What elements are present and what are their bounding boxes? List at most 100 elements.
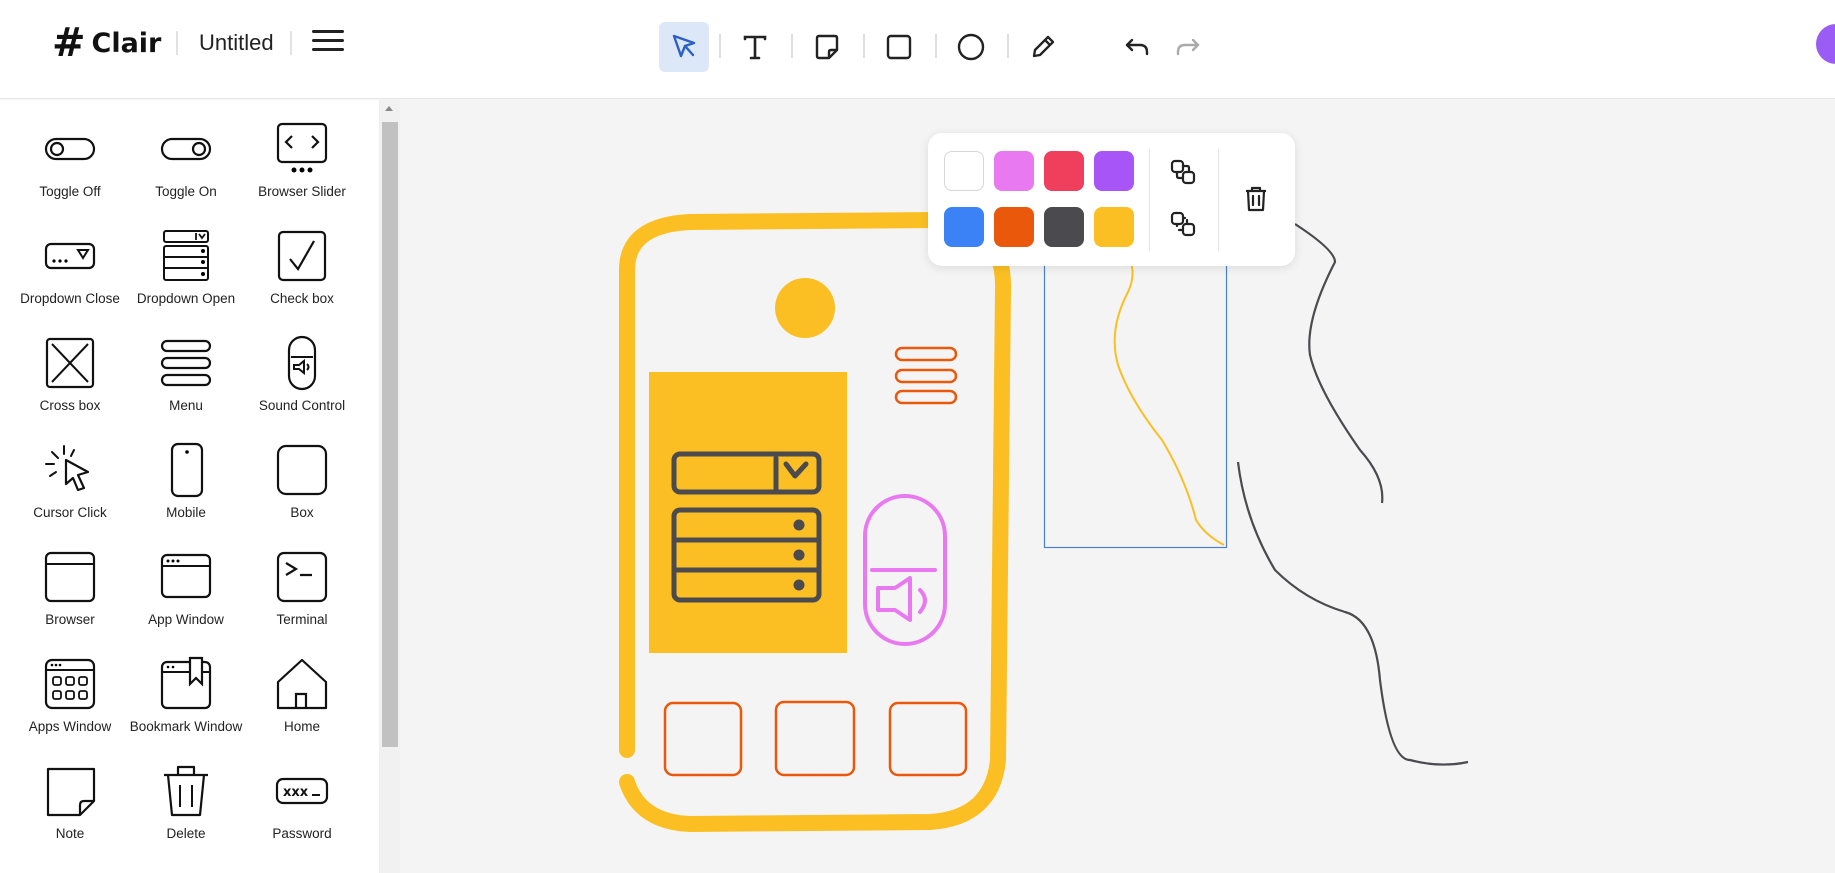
component-label: Note	[55, 826, 85, 841]
component-label: Check box	[270, 291, 334, 306]
component-delete[interactable]: Delete	[128, 762, 244, 841]
hamburger-menu-button[interactable]	[312, 30, 344, 56]
sound-control-icon	[244, 334, 360, 392]
cross-box-icon	[12, 334, 128, 392]
undo-icon	[1125, 38, 1149, 56]
component-toggle-off[interactable]: Toggle Off	[12, 120, 128, 199]
note-tool-button[interactable]	[802, 22, 852, 72]
top-bar: # Clair Untitled	[0, 0, 1835, 99]
toggle-on-icon	[128, 120, 244, 178]
component-label: App Window	[148, 612, 224, 627]
hash-logo-icon: #	[52, 20, 86, 66]
send-backward-icon	[1170, 211, 1196, 237]
component-label: Bookmark Window	[129, 719, 243, 734]
component-label: Apps Window	[28, 719, 112, 734]
component-label: Menu	[169, 398, 203, 413]
password-icon: xxx	[244, 762, 360, 820]
component-label: Delete	[166, 826, 206, 841]
text-tool-button[interactable]	[730, 22, 780, 72]
component-password[interactable]: xxx Password	[244, 762, 360, 841]
component-browser[interactable]: Browser	[12, 548, 128, 627]
color-swatch-pink[interactable]	[994, 151, 1034, 191]
dropdown-close-icon	[12, 227, 128, 285]
component-cursor-click[interactable]: Cursor Click	[12, 441, 128, 520]
dropdown-open-icon	[128, 227, 244, 285]
style-palette-popup	[928, 133, 1295, 266]
note-icon	[12, 762, 128, 820]
component-label: Dropdown Close	[20, 291, 120, 306]
send-backward-button[interactable]	[1166, 207, 1202, 243]
component-home[interactable]: Home	[244, 655, 360, 734]
component-toggle-on[interactable]: Toggle On	[128, 120, 244, 199]
component-dropdown-open[interactable]: Dropdown Open	[128, 227, 244, 306]
delete-button[interactable]	[1238, 181, 1274, 217]
redo-button[interactable]	[1163, 22, 1213, 72]
component-label: Browser Slider	[258, 184, 346, 199]
component-sound-control[interactable]: Sound Control	[244, 334, 360, 413]
component-note[interactable]: Note	[12, 762, 128, 841]
component-label: Sound Control	[258, 398, 346, 413]
app-logo[interactable]: # Clair	[52, 22, 161, 64]
scroll-up-arrow-icon[interactable]	[385, 106, 393, 111]
trash-icon	[1246, 186, 1266, 212]
select-tool-button[interactable]	[659, 22, 709, 72]
component-apps-window[interactable]: Apps Window	[12, 655, 128, 734]
circle-icon	[957, 33, 985, 61]
divider	[863, 34, 865, 58]
bring-forward-icon	[1170, 159, 1196, 185]
rectangle-tool-button[interactable]	[874, 22, 924, 72]
camera-dot-shape[interactable]	[775, 278, 835, 338]
yellow-line-shape[interactable]	[1113, 259, 1225, 546]
component-mobile[interactable]: Mobile	[128, 441, 244, 520]
menu-pills-shape[interactable]	[894, 346, 958, 405]
dark-line-shape[interactable]	[1236, 461, 1469, 766]
color-swatch-orange[interactable]	[994, 207, 1034, 247]
divider	[791, 34, 793, 58]
component-dropdown-close[interactable]: Dropdown Close	[12, 227, 128, 306]
pencil-tool-button[interactable]	[1018, 22, 1068, 72]
color-swatch-blue[interactable]	[944, 207, 984, 247]
pencil-icon	[1032, 35, 1055, 58]
component-check-box[interactable]: Check box	[244, 227, 360, 306]
color-swatch-dark-gray[interactable]	[1044, 207, 1084, 247]
color-swatch-red[interactable]	[1044, 151, 1084, 191]
color-swatch-yellow[interactable]	[1094, 207, 1134, 247]
component-cross-box[interactable]: Cross box	[12, 334, 128, 413]
sound-control-drawing[interactable]	[863, 494, 947, 646]
color-swatch-white[interactable]	[944, 151, 984, 191]
component-label: Cursor Click	[33, 505, 107, 520]
component-terminal[interactable]: Terminal	[244, 548, 360, 627]
box-icon	[244, 441, 360, 499]
divider	[1149, 149, 1150, 251]
sidebar-scrollbar[interactable]	[380, 100, 400, 873]
avatar[interactable]	[1816, 24, 1835, 64]
undo-button[interactable]	[1112, 22, 1162, 72]
document-title[interactable]: Untitled	[199, 30, 274, 56]
component-label: Cross box	[39, 398, 101, 413]
apps-window-icon	[12, 655, 128, 713]
toggle-off-icon	[12, 120, 128, 178]
scroll-thumb[interactable]	[382, 122, 398, 747]
component-label: Toggle On	[155, 184, 217, 199]
ellipse-tool-button[interactable]	[946, 22, 996, 72]
component-label: Browser	[45, 612, 95, 627]
app-icons-row[interactable]	[663, 700, 968, 777]
bring-forward-button[interactable]	[1166, 155, 1202, 191]
component-box[interactable]: Box	[244, 441, 360, 520]
divider	[1007, 34, 1009, 58]
square-icon	[886, 34, 912, 60]
color-swatch-purple[interactable]	[1094, 151, 1134, 191]
svg-text:xxx: xxx	[283, 785, 309, 800]
dark-line-shape[interactable]	[1294, 223, 1384, 504]
component-app-window[interactable]: App Window	[128, 548, 244, 627]
browser-slider-icon	[244, 120, 360, 178]
selection-bounding-box[interactable]	[1043, 249, 1228, 549]
bookmark-window-icon	[128, 655, 244, 713]
component-bookmark-window[interactable]: Bookmark Window	[128, 655, 244, 734]
check-box-icon	[244, 227, 360, 285]
cursor-arrow-icon	[672, 34, 696, 58]
component-menu[interactable]: Menu	[128, 334, 244, 413]
component-browser-slider[interactable]: Browser Slider	[244, 120, 360, 199]
browser-icon	[12, 548, 128, 606]
app-window-icon	[128, 548, 244, 606]
